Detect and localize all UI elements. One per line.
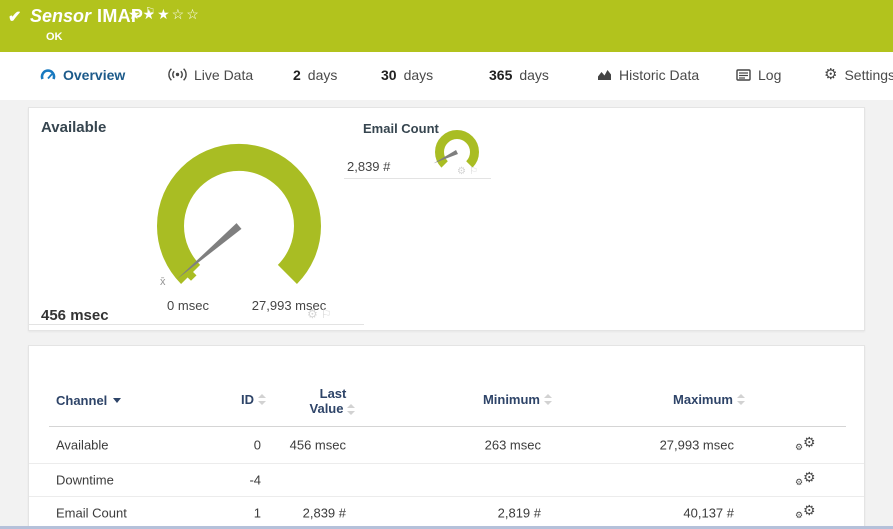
table-row[interactable]: Available 0 456 msec 263 msec 27,993 mse… [29,427,864,464]
channel-settings-icon[interactable]: ⚙ ⚙ [795,503,819,523]
column-header-label: Last [319,386,347,401]
column-header-last-value[interactable]: Last Value [288,386,378,416]
live-data-icon [168,68,187,81]
tab-365-days[interactable]: 365 days [489,52,549,97]
sensor-type-label: Sensor [30,6,92,26]
column-header-channel[interactable]: Channel [56,393,122,408]
table-row[interactable]: Email Count 1 2,839 # 2,819 # 40,137 # ⚙… [29,497,864,528]
sensor-header: ✔ Sensor IMAP ⚐ ★★★☆☆ OK [0,0,893,52]
tab-label: Overview [63,66,126,83]
gauge-settings-icon[interactable]: ⚙ [307,307,321,321]
tab-label: Settings [844,66,893,83]
tile-divider [29,324,364,325]
tab-label: Historic Data [619,66,700,83]
tab-settings[interactable]: ⚙ Settings [824,52,893,97]
minimum-value: 263 msec [484,437,541,453]
tab-number: 365 [489,66,513,83]
column-header-maximum[interactable]: Maximum [629,392,746,407]
tab-label: days [519,66,549,83]
channel-settings-icon[interactable]: ⚙ ⚙ [795,470,819,490]
last-value: 456 msec [289,437,346,453]
channel-settings-icon[interactable]: ⚙ ⚙ [795,435,819,455]
column-header-label: Value [309,401,344,416]
tab-label: Live Data [194,66,254,83]
status-badge: OK [46,31,63,43]
gauge-title: Available [41,119,107,136]
gauges-panel: Available x̄ 0 msec 27,993 msec 456 msec… [28,107,865,331]
sort-arrows-icon [258,394,267,405]
gauge-min-label: 0 msec [167,298,209,313]
gauge-settings-icon[interactable]: ⚙ [457,166,469,177]
tab-label: days [307,66,338,83]
gauge-current-value: 2,839 # [347,159,391,174]
channels-table-panel: Channel ID Last Value Minimum Maximum Av… [28,345,865,529]
channel-name: Email Count [56,505,127,520]
tab-bar: Overview Live Data 2 days 30 days 365 da… [0,52,893,148]
status-check-icon: ✔ [8,9,22,26]
tab-historic-data[interactable]: Historic Data [597,52,699,97]
sort-arrows-icon [544,394,553,405]
priority-stars[interactable]: ★★★☆☆ [128,6,201,23]
prtg-sensor-page: ✔ Sensor IMAP ⚐ ★★★☆☆ OK Overview Live Dat… [0,0,893,529]
column-header-minimum[interactable]: Minimum [439,392,553,407]
tab-30-days[interactable]: 30 days [381,52,433,97]
gauge-pin-icon[interactable]: ⚐ [469,166,481,177]
minimum-value: 2,819 # [497,505,541,520]
tab-log[interactable]: Log [736,52,781,97]
sort-arrows-icon [347,404,356,415]
tab-number: 2 [293,66,301,83]
average-marker: x̄ [160,276,166,288]
tab-overview[interactable]: Overview [40,52,125,97]
gauge-pin-icon[interactable]: ⚐ [321,307,335,321]
log-icon [736,68,751,81]
tab-label: days [403,66,434,83]
gear-icon: ⚙ [824,66,838,83]
tab-live-data[interactable]: Live Data [168,52,253,97]
tile-divider [344,178,491,179]
table-row[interactable]: Downtime -4 ⚙ ⚙ [29,464,864,497]
gauge-current-value: 456 msec [41,307,109,324]
gauge-icon [40,69,56,80]
column-header-id[interactable]: ID [179,392,267,407]
channel-id: -4 [249,472,261,488]
gauge-corner-icons[interactable]: ⚙⚐ [457,166,481,177]
gauge-corner-icons[interactable]: ⚙⚐ [307,307,335,321]
maximum-value: 40,137 # [683,505,734,520]
last-value: 2,839 # [302,505,346,520]
sort-arrows-icon [737,394,746,405]
column-header-label: Channel [56,393,108,408]
column-header-label: ID [241,392,254,407]
tab-label: Log [758,66,782,83]
area-chart-icon [598,70,611,80]
maximum-value: 27,993 msec [659,437,734,453]
column-header-label: Minimum [482,392,540,407]
sort-caret-icon [113,398,122,403]
channel-name: Available [56,437,109,453]
tab-2-days[interactable]: 2 days [293,52,337,97]
channel-name: Downtime [56,472,114,488]
available-gauge-chart [157,144,321,284]
column-header-label: Maximum [673,392,733,407]
tab-number: 30 [381,66,397,83]
